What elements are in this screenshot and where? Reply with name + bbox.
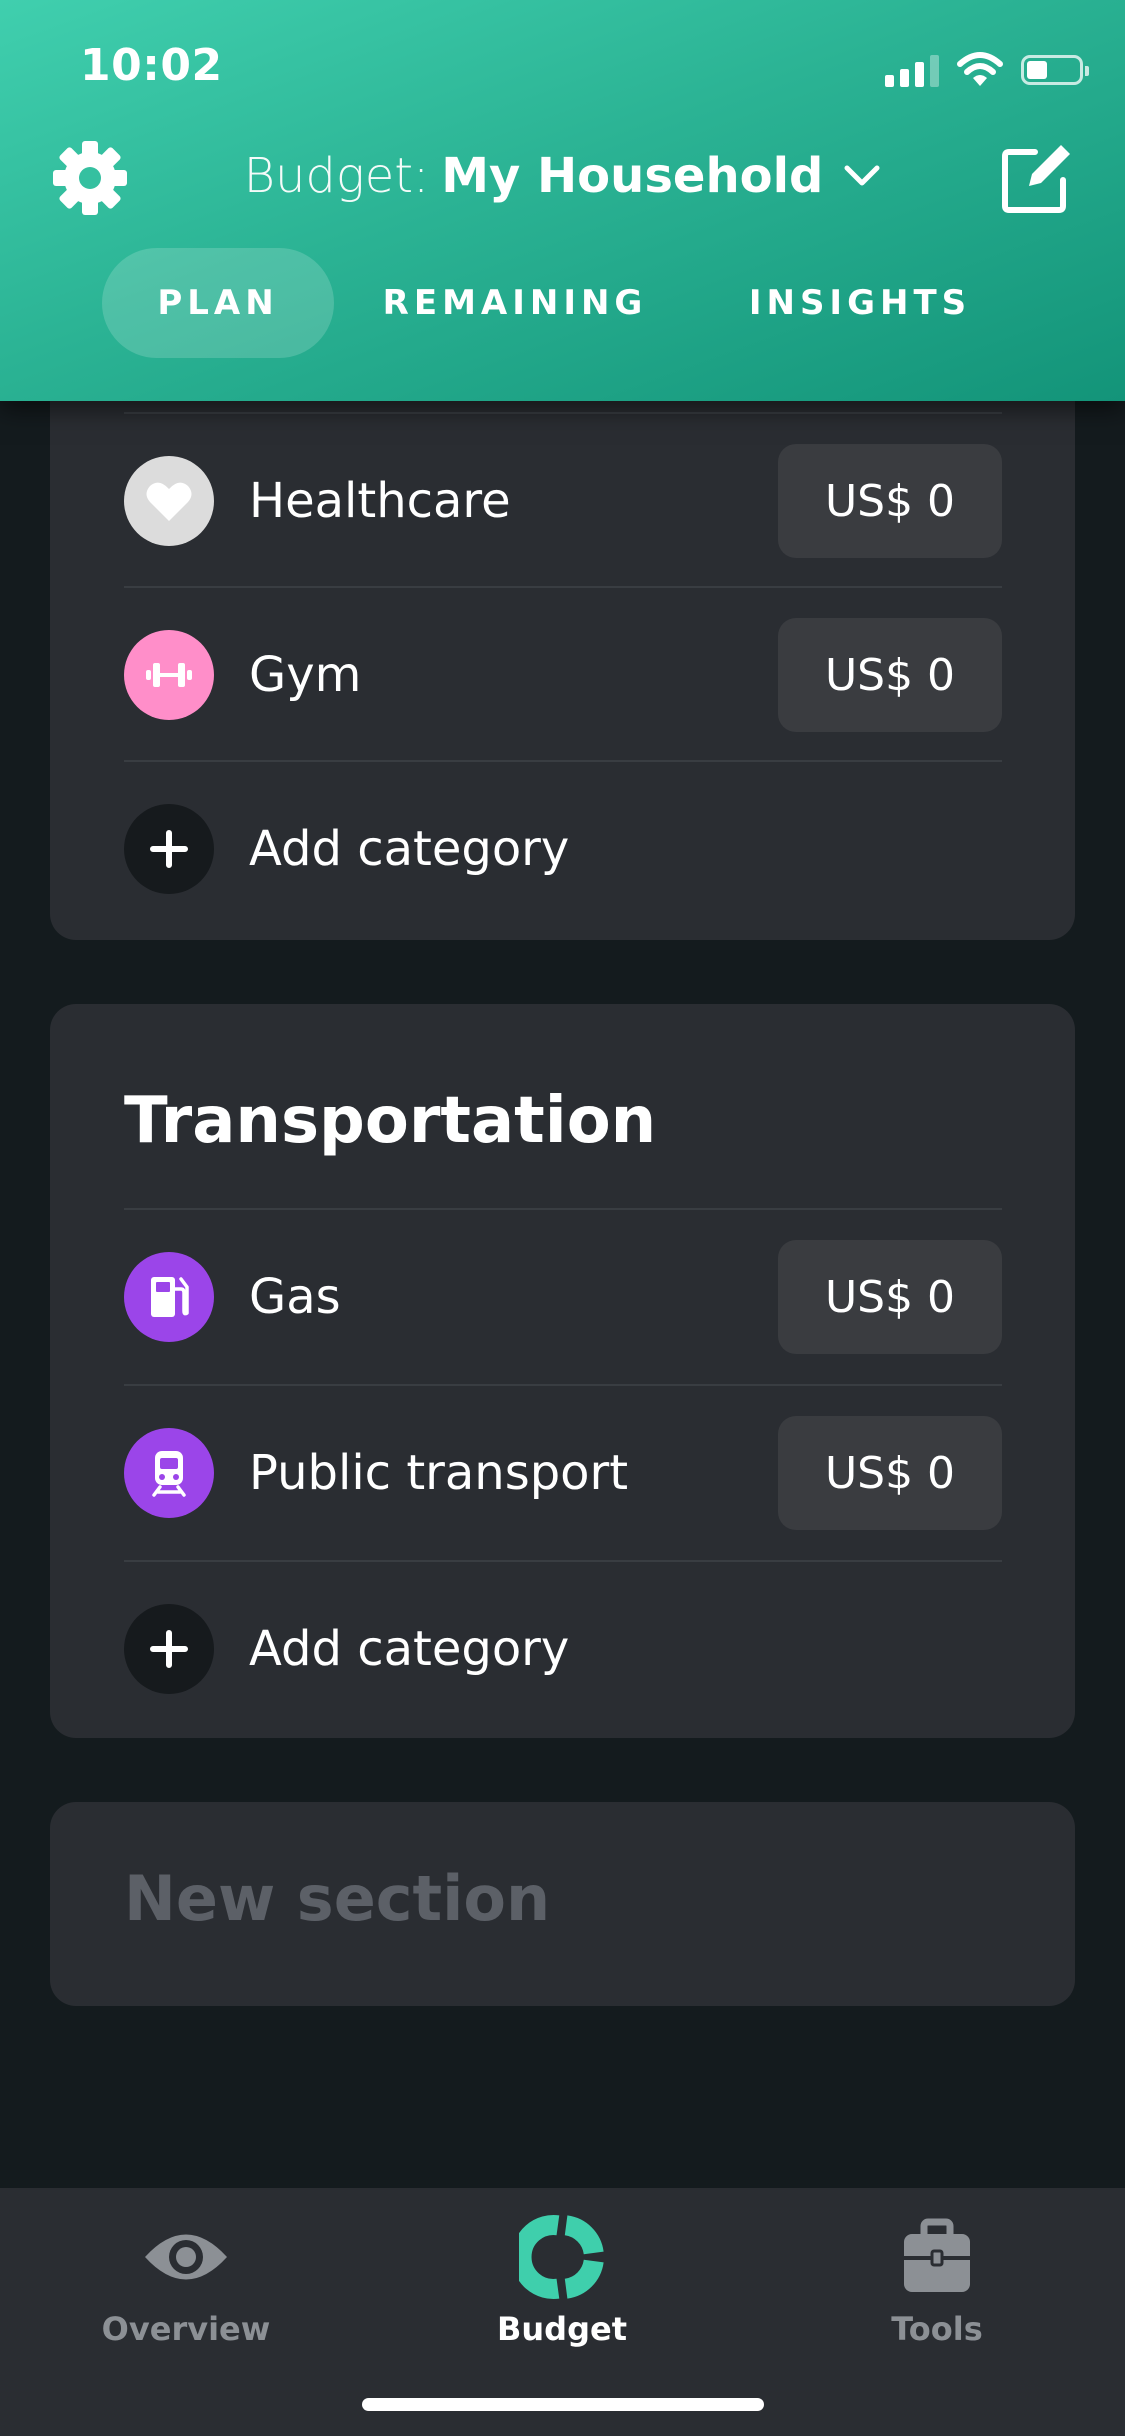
nav-overview[interactable]: Overview [61,2188,311,2388]
heart-icon [124,456,214,546]
cellular-signal-icon [885,53,939,87]
add-category-row[interactable]: Add category [124,762,1002,936]
budget-prefix: Budget: [243,148,430,204]
category-amount-button[interactable]: US$ 0 [778,618,1002,732]
budget-tabs: PLAN REMAINING INSIGHTS [0,248,1125,358]
new-section-input[interactable]: New section [124,1862,550,1935]
add-category-label: Add category [249,1621,570,1677]
donut-chart-icon [519,2215,604,2299]
budget-selector[interactable]: Budget: My Household [0,148,1125,204]
tab-insights[interactable]: INSIGHTS [740,248,980,358]
app-header: 10:02 Budget: My Household PLAN REMAININ… [0,0,1125,401]
nav-label: Tools [891,2310,983,2348]
category-name: Gas [249,1269,341,1325]
add-category-label: Add category [249,821,570,877]
budget-section-card: Transportation Gas US$ 0 Public transpor… [50,1004,1075,1738]
new-section-card[interactable]: New section [50,1802,1075,2006]
budget-name: My Household [441,148,824,204]
plus-icon [124,1604,214,1694]
chevron-down-icon [844,165,880,186]
battery-icon [1021,55,1089,85]
category-row-gas[interactable]: Gas US$ 0 [124,1210,1002,1384]
category-amount-button[interactable]: US$ 0 [778,1240,1002,1354]
tab-remaining[interactable]: REMAINING [380,248,650,358]
category-row-gym[interactable]: Gym US$ 0 [124,588,1002,762]
budget-section-card: Healthcare US$ 0 Gym US$ 0 Add category [50,370,1075,940]
nav-tools[interactable]: Tools [812,2188,1062,2388]
edit-icon[interactable] [999,140,1075,216]
category-name: Healthcare [249,473,511,529]
status-icons [885,50,1089,90]
wifi-icon [957,52,1003,86]
dumbbell-icon [124,630,214,720]
section-title[interactable]: Transportation [124,1084,656,1158]
category-row-public-transport[interactable]: Public transport US$ 0 [124,1386,1002,1560]
category-amount-button[interactable]: US$ 0 [778,444,1002,558]
train-icon [124,1428,214,1518]
add-category-row[interactable]: Add category [124,1562,1002,1736]
nav-label: Overview [101,2310,271,2348]
category-name: Public transport [249,1445,629,1501]
category-name: Gym [249,647,362,703]
home-indicator [362,2398,764,2411]
tab-plan[interactable]: PLAN [102,248,334,358]
eye-icon [145,2234,227,2280]
status-time: 10:02 [80,40,223,91]
gas-pump-icon [124,1252,214,1342]
nav-label: Budget [497,2310,627,2348]
plus-icon [124,804,214,894]
nav-budget[interactable]: Budget [437,2188,687,2388]
briefcase-icon [904,2218,970,2292]
category-row-healthcare[interactable]: Healthcare US$ 0 [124,414,1002,588]
category-amount-button[interactable]: US$ 0 [778,1416,1002,1530]
